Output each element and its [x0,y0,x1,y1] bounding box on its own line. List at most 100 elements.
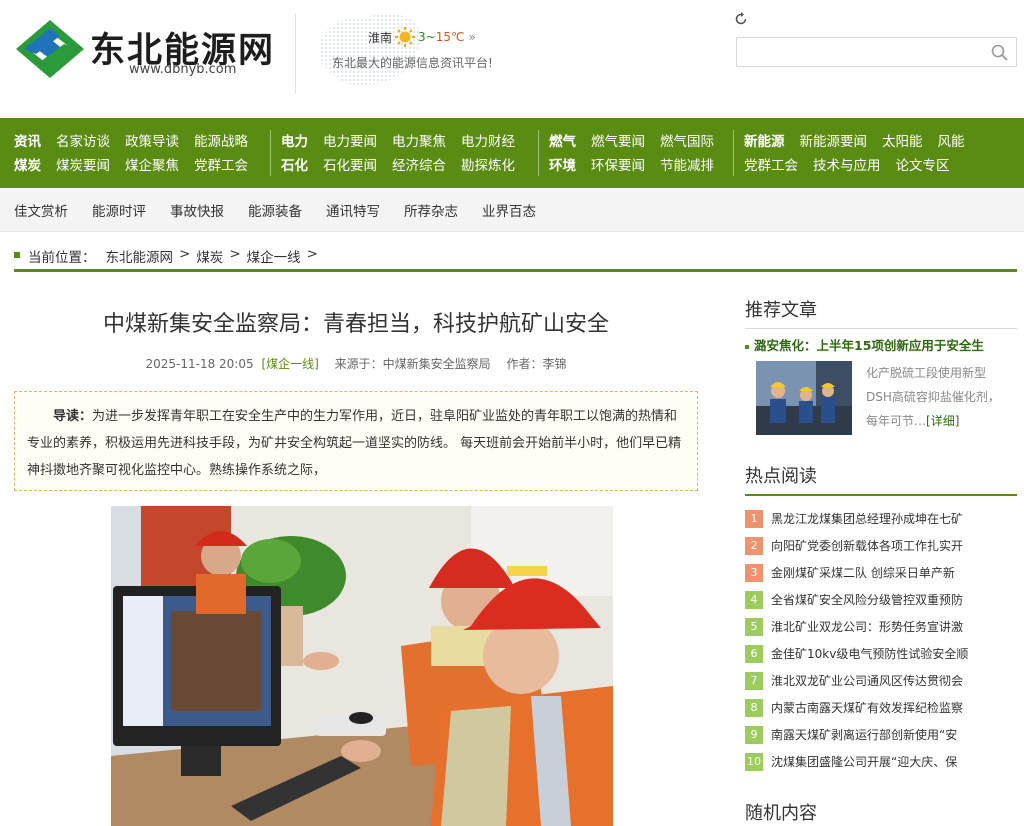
hot-item-title[interactable]: 黑龙江龙煤集团总经理孙成坤在七矿 [771,510,963,527]
article-category-link[interactable]: [煤企一线] [261,357,318,371]
logo-mark-icon [16,20,84,78]
nav-item[interactable]: 勘探炼化 [461,154,515,174]
nav-item[interactable]: 经济综合 [392,154,446,174]
nav-item[interactable]: 煤企聚焦 [125,154,179,174]
nav-divider [538,130,539,176]
hot-rank-badge: 9 [745,725,763,744]
nav-cat-environment[interactable]: 环境 [549,154,576,174]
hot-item-title[interactable]: 淮北双龙矿业公司通风区传达贯彻会 [771,672,963,689]
nav-item[interactable]: 能源战略 [194,130,248,150]
hot-rank-badge: 8 [745,698,763,717]
nav-item[interactable]: 煤炭要闻 [56,154,110,174]
main-nav: 资讯 名家访谈 政策导读 能源战略 煤炭 煤炭要闻 煤企聚焦 党群工会 电力 电… [0,118,1024,188]
search-icon[interactable] [991,44,1008,61]
hot-item-title[interactable]: 内蒙古南露天煤矿有效发挥纪检监察 [771,699,963,716]
hot-rank-badge: 5 [745,617,763,636]
recommend-headline-link[interactable]: 潞安焦化：上半年15项创新应用于安全生 [745,335,984,354]
nav-item[interactable]: 电力财经 [461,130,515,150]
section-divider [745,328,1017,329]
sub-nav-item[interactable]: 业界百态 [482,200,536,220]
nav-cat-gas[interactable]: 燃气 [549,130,576,150]
sub-nav-item[interactable]: 能源时评 [92,200,146,220]
weather-city: 淮南 [368,30,393,45]
nav-cat-news[interactable]: 资讯 [14,130,41,150]
weather-more-icon[interactable]: » [468,30,475,44]
sub-nav-item[interactable]: 佳文赏析 [14,200,68,220]
nav-group-gas: 燃气 燃气要闻 燃气国际 环境 环保要闻 节能减排 [549,128,729,176]
nav-item[interactable]: 党群工会 [744,154,798,174]
article-meta: 2025-11-18 20:05 [煤企一线] 来源于：中煤新集安全监察局 作者… [14,355,698,372]
nav-cat-power[interactable]: 电力 [281,130,308,150]
source-label: 来源于： [334,357,383,371]
hot-rank-badge: 3 [745,563,763,582]
hot-item-title[interactable]: 金刚煤矿采煤二队 创综采日单产新 [771,564,955,581]
nav-cat-petrochem[interactable]: 石化 [281,154,308,174]
breadcrumb-link[interactable]: 东北能源网 [106,246,174,266]
recommend-section-title: 推荐文章 [745,300,817,321]
hot-list-item[interactable]: 8 内蒙古南露天煤矿有效发挥纪检监察 [745,694,1017,721]
hot-list-item[interactable]: 2 向阳矿党委创新载体各项工作扎实开 [745,532,1017,559]
weather-widget[interactable]: 淮南 3~15℃ » [368,26,476,48]
nav-item[interactable]: 政策导读 [125,130,179,150]
nav-cat-coal[interactable]: 煤炭 [14,154,41,174]
nav-item[interactable]: 环保要闻 [591,154,645,174]
nav-item[interactable]: 电力要闻 [323,130,377,150]
recommend-more-link[interactable]: [详细] [926,414,959,428]
hot-rank-badge: 4 [745,590,763,609]
search-input[interactable] [737,38,977,66]
breadcrumb-separator: > [306,246,318,262]
nav-item[interactable]: 技术与应用 [813,154,881,174]
sub-nav-item[interactable]: 事故快报 [170,200,224,220]
hot-list-item[interactable]: 6 金佳矿10kv级电气预防性试验安全顺 [745,640,1017,667]
hot-list-item[interactable]: 4 全省煤矿安全风险分级管控双重预防 [745,586,1017,613]
hot-list-item[interactable]: 7 淮北双龙矿业公司通风区传达贯彻会 [745,667,1017,694]
hot-item-title[interactable]: 金佳矿10kv级电气预防性试验安全顺 [771,645,968,662]
nav-item[interactable]: 太阳能 [882,130,923,150]
site-slogan: 东北最大的能源信息资讯平台! [332,56,493,70]
breadcrumb-separator: > [179,246,191,262]
article-title: 中煤新集安全监察局：青春担当，科技护航矿山安全 [102,312,609,337]
hot-list-item[interactable]: 9 南露天煤矿剥离运行部创新使用“安 [745,721,1017,748]
nav-item[interactable]: 名家访谈 [56,130,110,150]
hot-list-item[interactable]: 5 淮北矿业双龙公司：形势任务宣讲激 [745,613,1017,640]
sub-nav-item[interactable]: 通讯特写 [326,200,380,220]
nav-item[interactable]: 石化要闻 [323,154,377,174]
section-divider [745,494,1017,496]
hot-item-title[interactable]: 全省煤矿安全风险分级管控双重预防 [771,591,963,608]
hot-item-title[interactable]: 淮北矿业双龙公司：形势任务宣讲激 [771,618,963,635]
breadcrumb-label: 当前位置： [28,250,96,266]
site-logo[interactable]: 东北能源网 www.dbnyb.com [14,18,284,80]
author-label: 作者： [506,357,543,371]
recommend-thumbnail[interactable] [756,361,852,435]
nav-item[interactable]: 党群工会 [194,154,248,174]
breadcrumb-link[interactable]: 煤炭 [196,246,223,266]
refresh-icon[interactable] [734,12,748,26]
sub-nav: 佳文赏析 能源时评 事故快报 能源装备 通讯特写 所荐杂志 业界百态 [0,188,1024,232]
hot-list-item[interactable]: 10 沈煤集团盛隆公司开展“迎大庆、保 [745,748,1017,775]
breadcrumb-link[interactable]: 煤企一线 [247,246,301,266]
sub-nav-item[interactable]: 所荐杂志 [404,200,458,220]
hot-list-item[interactable]: 1 黑龙江龙煤集团总经理孙成坤在七矿 [745,505,1017,532]
hot-list-item[interactable]: 3 金刚煤矿采煤二队 创综采日单产新 [745,559,1017,586]
nav-item[interactable]: 燃气要闻 [591,130,645,150]
hot-item-title[interactable]: 沈煤集团盛隆公司开展“迎大庆、保 [771,753,957,770]
sun-icon [395,27,416,47]
hot-rank-badge: 7 [745,671,763,690]
hot-section-title: 热点阅读 [745,466,817,487]
nav-divider [733,130,734,176]
nav-cat-new-energy[interactable]: 新能源 [744,130,785,150]
nav-item[interactable]: 新能源要闻 [800,130,868,150]
recommend-summary: 化产脱硫工段使用新型DSH高硫容抑盐催化剂，每年可节…[详细] [866,361,1006,433]
hot-item-title[interactable]: 南露天煤矿剥离运行部创新使用“安 [771,726,957,743]
nav-item[interactable]: 论文专区 [896,154,950,174]
site-header: 东北能源网 www.dbnyb.com 淮南 3~15℃ » 东北最大的能源信息… [0,0,1024,118]
hot-item-title[interactable]: 向阳矿党委创新载体各项工作扎实开 [771,537,963,554]
article-date: 2025-11-18 20:05 [145,357,254,371]
article-intro: 导读：为进一步发挥青年职工在安全生产中的生力军作用，近日，驻阜阳矿业监处的青年职… [14,391,698,491]
nav-item[interactable]: 风能 [938,130,965,150]
sub-nav-item[interactable]: 能源装备 [248,200,302,220]
nav-item[interactable]: 电力聚焦 [392,130,446,150]
nav-item[interactable]: 燃气国际 [660,130,714,150]
nav-item[interactable]: 节能减排 [660,154,714,174]
search-box[interactable] [736,37,1017,67]
